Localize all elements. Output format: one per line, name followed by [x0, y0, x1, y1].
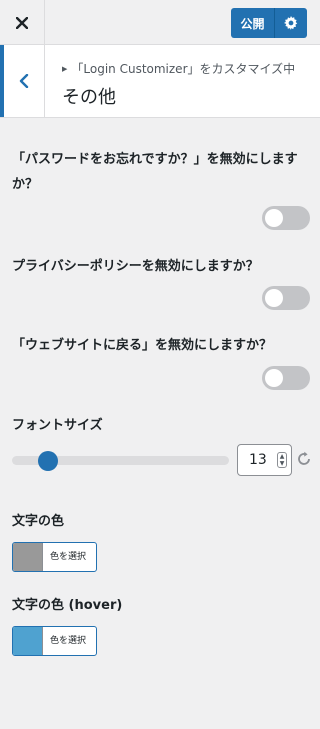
- back-to-site-label: 「ウェブサイトに戻る」を無効にしますか？: [12, 338, 273, 353]
- spin-buttons[interactable]: ▲ ▼: [277, 452, 287, 468]
- lost-password-label: 「パスワードをお忘れですか？」を無効にしますか？: [12, 152, 298, 192]
- publish-settings-button[interactable]: [275, 8, 307, 38]
- chevron-left-icon: [19, 74, 29, 88]
- color-swatch: [13, 627, 43, 655]
- color-picker-label: 色を選択: [50, 552, 87, 562]
- text-color-hover-picker-button[interactable]: 色を選択: [12, 626, 97, 656]
- text-color-hover-label: 文字の色 (hover): [12, 598, 123, 613]
- privacy-policy-toggle[interactable]: [262, 286, 310, 310]
- publish-group: 公開: [231, 8, 307, 38]
- close-icon: [16, 16, 28, 29]
- toggle-knob: [265, 289, 283, 307]
- publish-button[interactable]: 公開: [231, 8, 275, 38]
- font-size-label: フォントサイズ: [12, 418, 103, 433]
- back-button[interactable]: [0, 45, 45, 117]
- toggle-knob: [265, 369, 283, 387]
- lost-password-toggle[interactable]: [262, 206, 310, 230]
- back-to-site-toggle[interactable]: [262, 366, 310, 390]
- section-title: その他: [62, 87, 116, 108]
- reset-icon[interactable]: [296, 451, 312, 467]
- color-swatch: [13, 543, 43, 571]
- font-size-value: 13: [249, 452, 267, 468]
- section-header: ▶ 「Login Customizer」をカスタマイズ中 その他: [0, 45, 320, 118]
- font-size-slider-thumb[interactable]: [38, 451, 58, 471]
- close-button[interactable]: [0, 0, 45, 45]
- triangle-icon: ▶: [62, 65, 68, 73]
- color-picker-label: 色を選択: [50, 636, 87, 646]
- font-size-input[interactable]: 13 ▲ ▼: [237, 444, 292, 476]
- breadcrumb-text: 「Login Customizer」をカスタマイズ中: [71, 62, 296, 76]
- text-color-label: 文字の色: [12, 514, 65, 529]
- gear-icon: [284, 16, 298, 30]
- breadcrumb: ▶ 「Login Customizer」をカスタマイズ中: [62, 60, 295, 77]
- privacy-policy-label: プライバシーポリシーを無効にしますか？: [12, 259, 259, 274]
- toggle-knob: [265, 209, 283, 227]
- customizer-header: 公開: [0, 0, 320, 45]
- text-color-picker-button[interactable]: 色を選択: [12, 542, 97, 572]
